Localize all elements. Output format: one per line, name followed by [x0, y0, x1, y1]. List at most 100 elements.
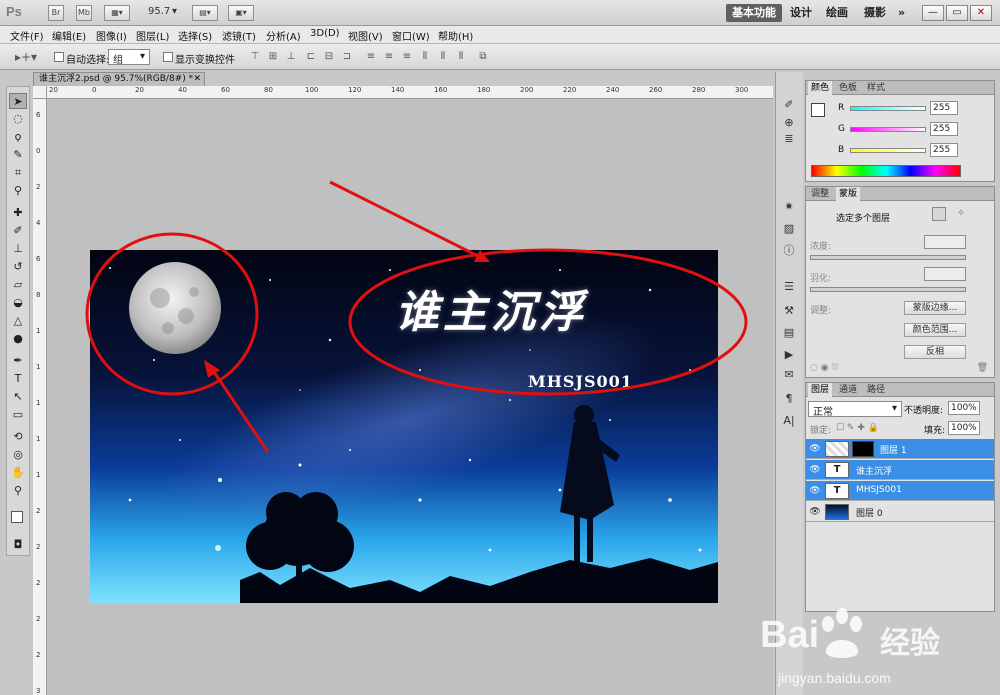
workspace-painting[interactable]: 绘画: [820, 4, 854, 22]
menu-filter[interactable]: 滤镜(T): [222, 28, 256, 43]
eye-icon[interactable]: 👁: [809, 506, 821, 518]
arrange-documents-button[interactable]: ▤▾: [192, 5, 218, 21]
paint-bucket-tool-icon[interactable]: ◒: [9, 295, 27, 311]
workspace-photography[interactable]: 摄影: [858, 4, 892, 22]
menu-layer[interactable]: 图层(L): [136, 28, 169, 43]
channel-g-value[interactable]: 255: [930, 122, 958, 136]
type-tool-icon[interactable]: T: [9, 371, 27, 387]
distribute-left-icon[interactable]: ⫴: [418, 51, 432, 63]
distribute-bottom-icon[interactable]: ≡: [400, 51, 414, 63]
workspace-design[interactable]: 设计: [784, 4, 818, 22]
tab-color[interactable]: 颜色: [808, 81, 833, 95]
align-top-icon[interactable]: ⊤: [248, 51, 262, 63]
horizontal-ruler[interactable]: 20 0 20 40 60 80 100 120 140 160 180 200…: [47, 86, 773, 99]
history-icon[interactable]: ▤: [781, 326, 797, 340]
eye-icon[interactable]: 👁: [809, 464, 821, 476]
tab-swatches[interactable]: 色板: [836, 81, 860, 95]
color-spectrum-bar[interactable]: [811, 165, 961, 177]
channel-r-value[interactable]: 255: [930, 101, 958, 115]
foreground-color-swatch[interactable]: [11, 511, 23, 523]
color-range-button[interactable]: 颜色范围...: [904, 323, 966, 337]
hand-tool-icon[interactable]: ✋: [9, 465, 27, 481]
lasso-tool-icon[interactable]: ϙ: [9, 129, 27, 145]
eye-icon[interactable]: 👁: [809, 485, 821, 497]
tool-presets-icon[interactable]: ⚒: [781, 304, 797, 318]
distribute-top-icon[interactable]: ≡: [364, 51, 378, 63]
tab-channels[interactable]: 通道: [836, 383, 860, 397]
opacity-field[interactable]: 100%: [948, 401, 980, 415]
menu-file[interactable]: 文件(F): [10, 28, 44, 43]
close-document-icon[interactable]: ✕: [193, 73, 201, 86]
workspace-more[interactable]: »: [892, 4, 911, 22]
layer-row-background[interactable]: 👁 图层 0: [806, 502, 994, 522]
document-tab[interactable]: 谁主沉浮2.psd @ 95.7%(RGB/8#) * ✕: [33, 72, 205, 86]
healing-brush-tool-icon[interactable]: ✚: [9, 205, 27, 221]
eraser-tool-icon[interactable]: ▱: [9, 277, 27, 293]
workspace-essentials[interactable]: 基本功能: [726, 4, 782, 22]
menu-view[interactable]: 视图(V): [348, 28, 383, 43]
crop-tool-icon[interactable]: ⌗: [9, 165, 27, 181]
mask-edge-button[interactable]: 蒙版边缘...: [904, 301, 966, 315]
notes-icon[interactable]: ✉: [781, 368, 797, 382]
maximize-button[interactable]: ▭: [946, 5, 968, 21]
pixel-mask-icon[interactable]: [932, 207, 946, 221]
close-button[interactable]: ✕: [970, 5, 992, 21]
dodge-tool-icon[interactable]: ●: [9, 331, 27, 347]
auto-select-dropdown[interactable]: 组 ▾: [108, 49, 150, 66]
masks-footer-icons[interactable]: ◌ ◉ ⛆: [810, 363, 839, 373]
marquee-tool-icon[interactable]: ◌: [9, 111, 27, 127]
3d-rotate-tool-icon[interactable]: ⟲: [9, 429, 27, 445]
vector-mask-icon[interactable]: ✧: [954, 207, 968, 221]
histogram-icon[interactable]: ▨: [781, 222, 797, 236]
tab-masks[interactable]: 蒙版: [836, 187, 861, 201]
distribute-right-icon[interactable]: ⫴: [454, 51, 468, 63]
layer-comps-icon[interactable]: ☰: [781, 280, 797, 294]
history-brush-tool-icon[interactable]: ↺: [9, 259, 27, 275]
info-icon[interactable]: ⓘ: [781, 244, 797, 258]
menu-help[interactable]: 帮助(H): [438, 28, 473, 43]
mini-bridge-button[interactable]: Mb: [76, 5, 92, 21]
invert-button[interactable]: 反相: [904, 345, 966, 359]
move-tool-preset-icon[interactable]: ▸+▾: [12, 51, 40, 63]
brush-tool-icon[interactable]: ✐: [9, 223, 27, 239]
align-hcenter-icon[interactable]: ⊟: [322, 51, 336, 63]
auto-select-checkbox[interactable]: [54, 52, 64, 62]
align-vcenter-icon[interactable]: ⊞: [266, 51, 280, 63]
character-icon[interactable]: A|: [781, 414, 797, 428]
eyedropper-tool-icon[interactable]: ⚲: [9, 183, 27, 199]
delete-mask-icon[interactable]: 🗑: [977, 363, 988, 373]
align-left-icon[interactable]: ⊏: [304, 51, 318, 63]
blend-mode-dropdown[interactable]: 正常 ▾: [808, 401, 902, 418]
shape-tool-icon[interactable]: ▭: [9, 407, 27, 423]
document-canvas[interactable]: 谁主沉浮 MHSJS001: [90, 250, 718, 603]
fill-field[interactable]: 100%: [948, 421, 980, 435]
zoom-level[interactable]: 95.7: [148, 6, 170, 17]
channel-b-slider[interactable]: [850, 148, 926, 153]
view-extras-button[interactable]: ▦▾: [104, 5, 130, 21]
align-right-icon[interactable]: ⊐: [340, 51, 354, 63]
feather-slider[interactable]: [810, 287, 966, 292]
distribute-vcenter-icon[interactable]: ≡: [382, 51, 396, 63]
screen-mode-button[interactable]: ▣▾: [228, 5, 254, 21]
distribute-hcenter-icon[interactable]: ⫴: [436, 51, 450, 63]
color-foreground-swatch[interactable]: [811, 103, 825, 117]
3d-orbit-tool-icon[interactable]: ◎: [9, 447, 27, 463]
ruler-origin[interactable]: [33, 86, 47, 99]
tab-styles[interactable]: 样式: [864, 81, 888, 95]
move-tool-icon[interactable]: ➤: [9, 93, 27, 109]
actions-icon[interactable]: ▶: [781, 348, 797, 362]
channel-g-slider[interactable]: [850, 127, 926, 132]
eye-icon[interactable]: 👁: [809, 443, 821, 455]
brush-preset-icon[interactable]: ✐: [781, 98, 797, 112]
menu-analysis[interactable]: 分析(A): [266, 28, 301, 43]
density-slider[interactable]: [810, 255, 966, 260]
density-field[interactable]: [924, 235, 966, 249]
minimize-button[interactable]: —: [922, 5, 944, 21]
quick-select-tool-icon[interactable]: ✎: [9, 147, 27, 163]
auto-align-layers-icon[interactable]: ⧉: [476, 51, 490, 63]
menu-edit[interactable]: 编辑(E): [52, 28, 86, 43]
menu-image[interactable]: 图像(I): [96, 28, 127, 43]
menu-select[interactable]: 选择(S): [178, 28, 212, 43]
channel-b-value[interactable]: 255: [930, 143, 958, 157]
navigator-icon[interactable]: ✷: [781, 200, 797, 214]
